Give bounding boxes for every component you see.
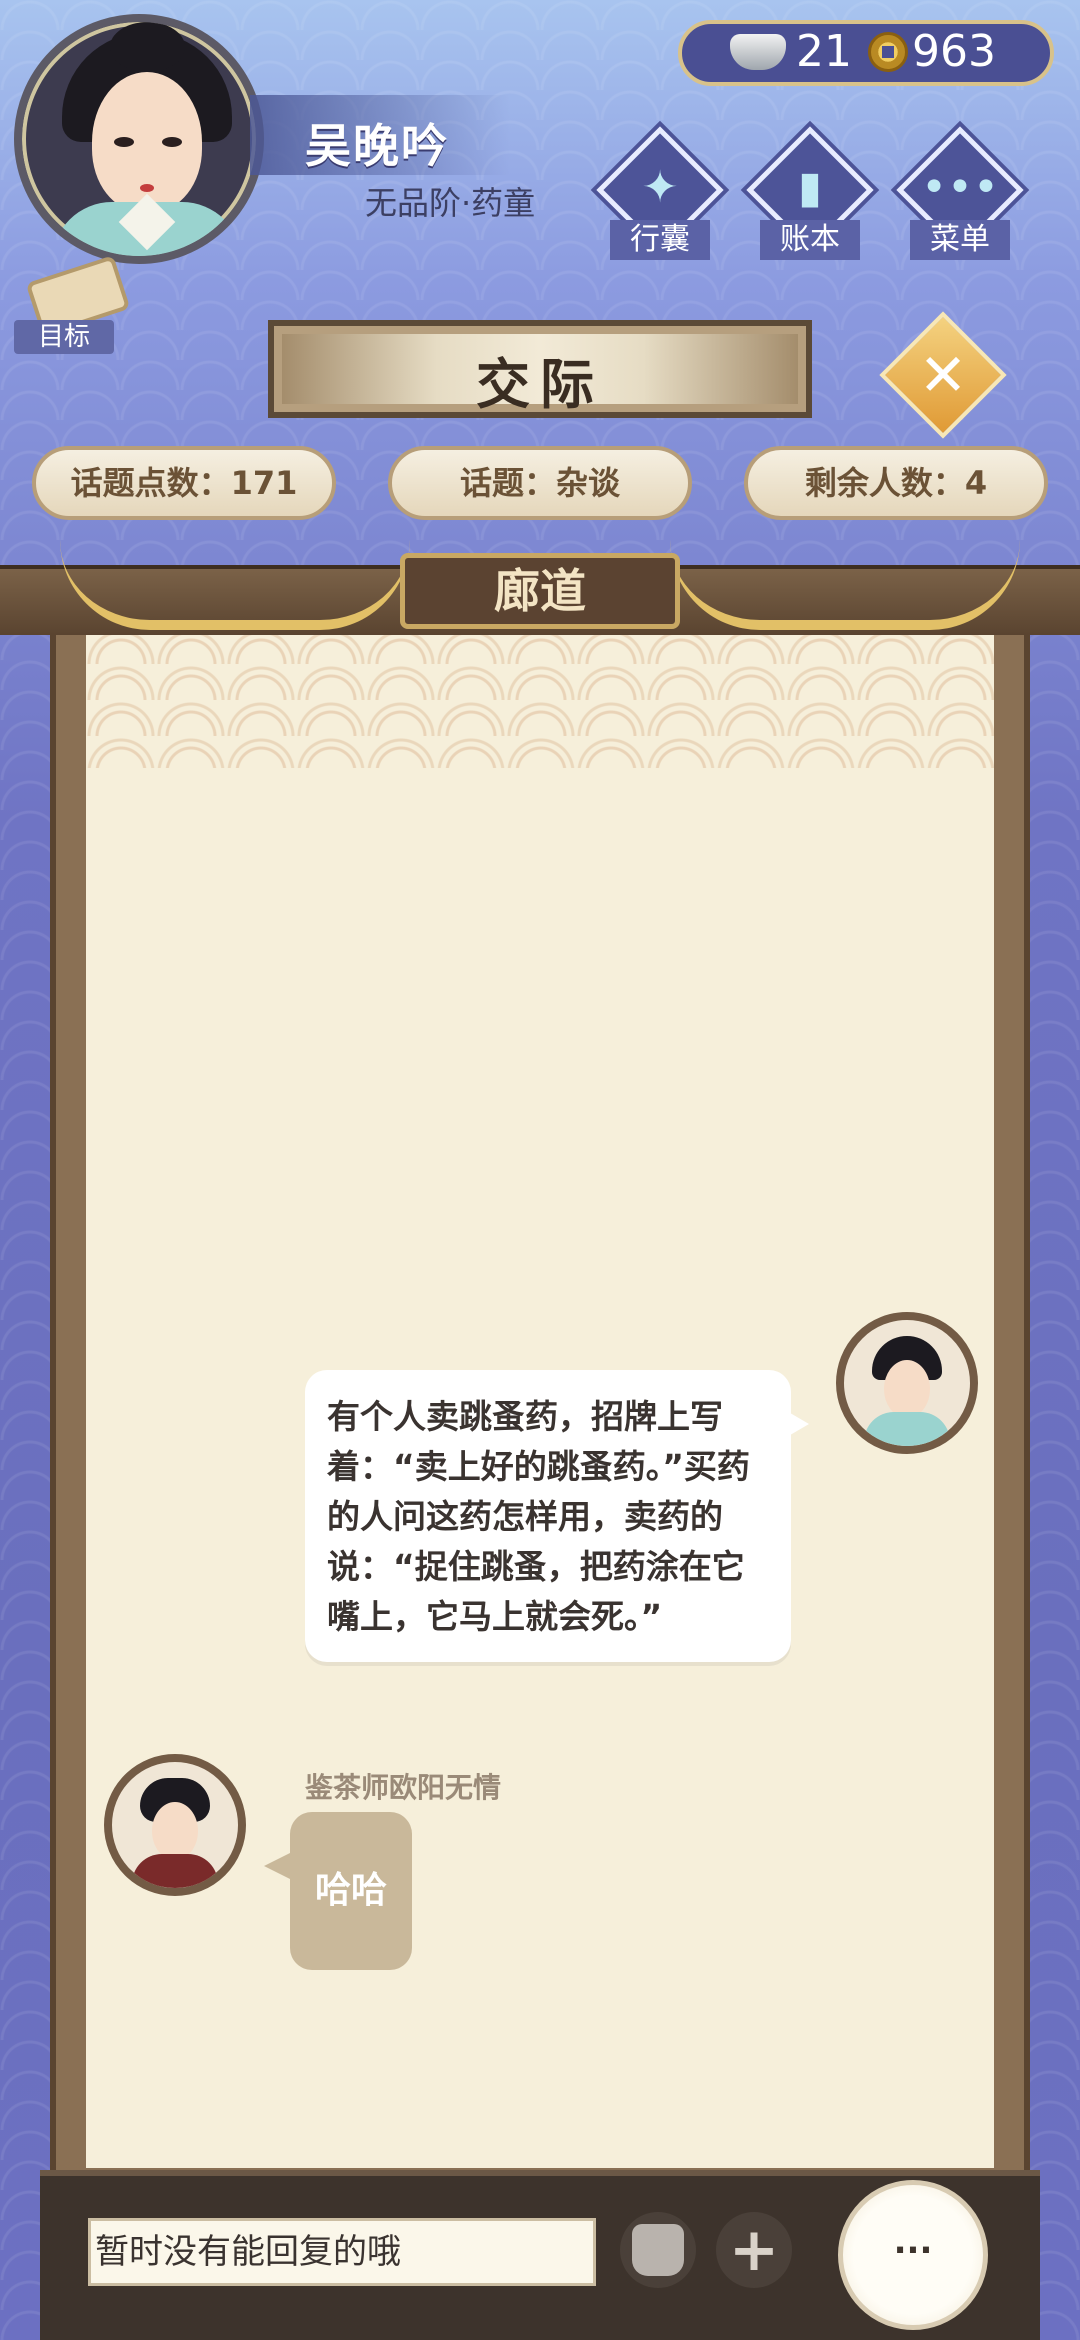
topic-label: 话题：杂谈 [388,446,692,520]
reply-input[interactable]: 暂时没有能回复的哦 [88,2218,596,2286]
plus-icon: + [728,2215,780,2285]
remaining-count: 剩余人数：4 [744,446,1048,520]
close-icon: ✕ [918,341,968,409]
menu-button-menu[interactable]: ••• 菜单 [896,126,1024,260]
screen-title-plaque: 交际 [268,320,812,418]
pouch-icon: ✦ [641,162,679,213]
menu-label-menu: 菜单 [910,220,1010,260]
menu-button-bag[interactable]: ✦ 行囊 [596,126,724,260]
silver-count: 21 [796,26,852,77]
copper-coin-icon [868,32,908,72]
npc-name: 鉴茶师欧阳无情 [305,1771,502,1804]
menu-button-ledger[interactable]: ▮ 账本 [746,126,874,260]
player-portrait[interactable] [14,14,264,264]
menu-label-ledger: 账本 [760,220,860,260]
copper-count: 963 [912,26,996,77]
more-label: ... [893,2222,933,2262]
location-name: 廊道 [494,564,586,618]
ledger-icon: ▮ [797,162,823,213]
wave-pattern [86,628,994,768]
player-rank: 无品阶·药童 [365,184,536,222]
npc-chat-avatar [104,1754,246,1896]
goal-button[interactable]: 目标 [14,255,131,354]
npc-message-bubble: 哈哈 [264,1812,412,1970]
topic-points: 话题点数：171 [32,446,336,520]
ornament-left [60,540,410,630]
menu-label-bag: 行囊 [610,220,710,260]
player-message-bubble: 有个人卖跳蚤药，招牌上写着：“卖上好的跳蚤药。”买药的人问这药怎样用，卖药的说：… [305,1370,809,1662]
ornament-right [670,540,1020,630]
player-name: 吴晚吟 [305,119,449,173]
bag-icon [632,2224,684,2276]
more-menu-icon: ••• [921,162,999,213]
player-chat-avatar [836,1312,978,1454]
screen-title: 交际 [476,353,604,416]
goal-label: 目标 [14,320,114,354]
